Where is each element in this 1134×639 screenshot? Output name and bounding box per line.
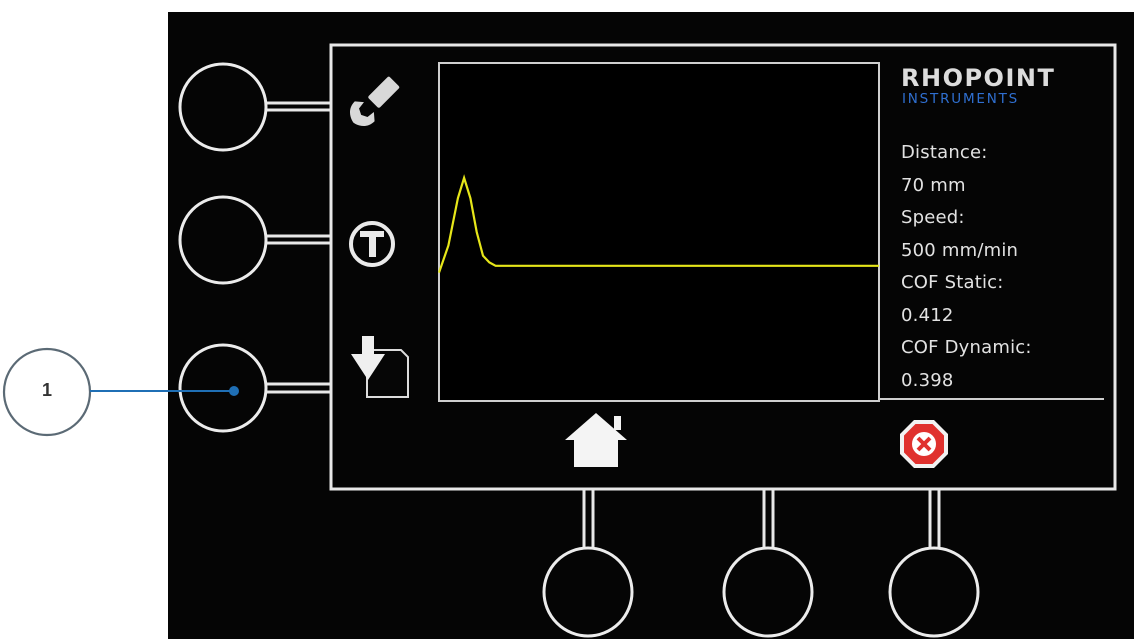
brand-name: RHOPOINT (901, 64, 1056, 92)
distance-value: 70 mm (901, 174, 966, 196)
readouts-panel: Distance: 70 mm Speed: 500 mm/min COF St… (901, 137, 1121, 397)
t-circle-icon[interactable] (349, 221, 395, 267)
distance-label: Distance: (901, 142, 988, 163)
left-button-3[interactable] (178, 343, 268, 433)
close-icon[interactable] (900, 420, 948, 468)
bottom-button-1[interactable] (542, 546, 634, 638)
wrench-icon[interactable] (343, 72, 404, 133)
left-button-1[interactable] (178, 62, 268, 152)
brand-subtitle: INSTRUMENTS (902, 91, 1020, 107)
bottom-button-3[interactable] (888, 546, 980, 638)
device-panel: RHOPOINT INSTRUMENTS Distance: 70 mm Spe… (168, 12, 1134, 639)
left-button-connectors (263, 101, 331, 394)
speed-value: 500 mm/min (901, 239, 1019, 261)
cof-dynamic-value: 0.398 (901, 369, 954, 391)
callout-label: 1 (41, 380, 52, 400)
cof-static-value: 0.412 (901, 304, 954, 326)
left-button-2[interactable] (178, 195, 268, 285)
chart-area (438, 62, 880, 402)
cof-static-label: COF Static: (901, 272, 1004, 293)
bottom-button-connectors (582, 489, 941, 552)
home-icon[interactable] (565, 413, 627, 467)
speed-label: Speed: (901, 207, 965, 228)
bottom-button-2[interactable] (722, 546, 814, 638)
cof-dynamic-label: COF Dynamic: (901, 337, 1032, 358)
save-document-icon[interactable] (351, 336, 409, 398)
